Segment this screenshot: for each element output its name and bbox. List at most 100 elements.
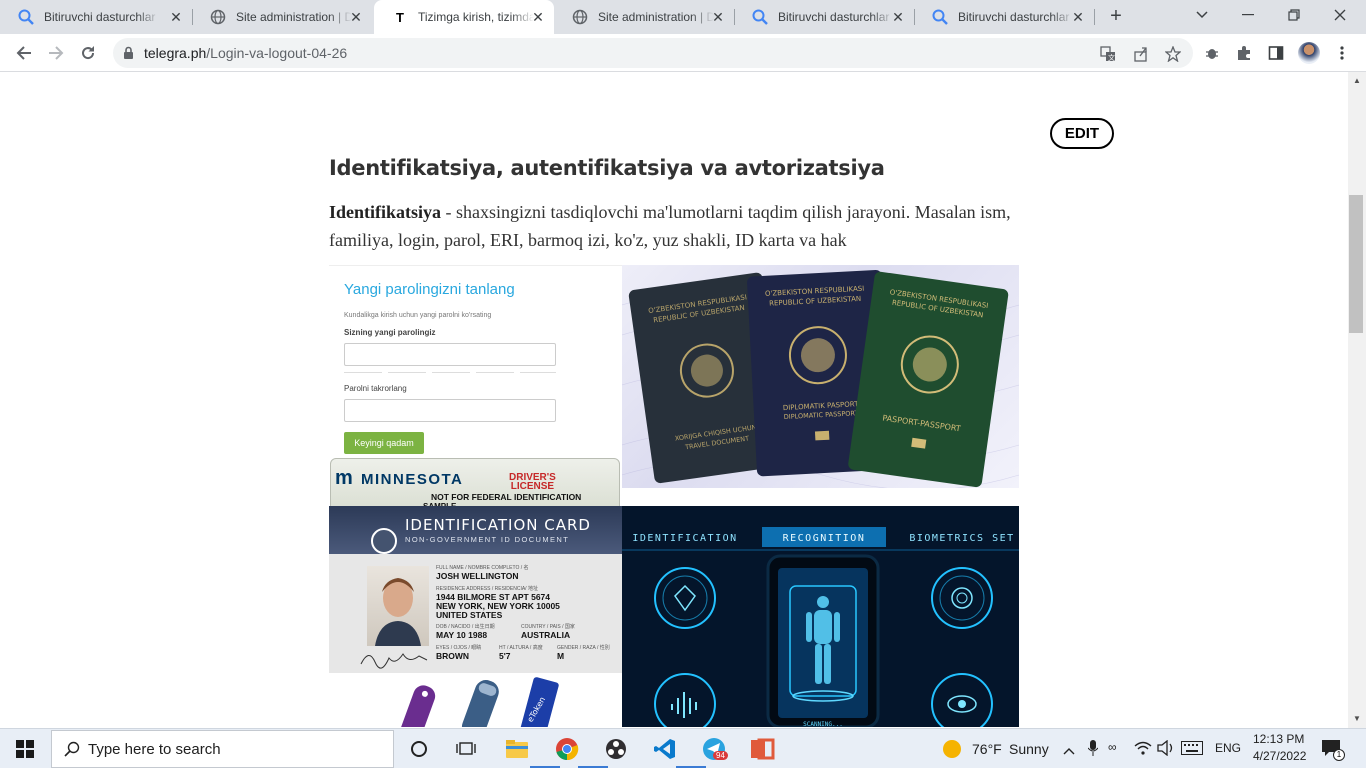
field1-label: Sizning yangi parolingiz: [344, 328, 436, 337]
globe-seal-icon: [371, 528, 397, 554]
obs-icon[interactable]: [602, 735, 630, 763]
id-subtitle: NON-GOVERNMENT ID DOCUMENT: [405, 535, 570, 544]
id-name: JOSH WELLINGTON: [436, 571, 519, 581]
close-icon[interactable]: ✕: [890, 9, 906, 25]
id-card: IDENTIFICATION CARD NON-GOVERNMENT ID DO…: [329, 506, 622, 673]
ime-icon[interactable]: ∞: [1108, 740, 1117, 754]
new-password-field: [344, 343, 556, 366]
minimize-icon[interactable]: [1233, 4, 1263, 26]
clock-time[interactable]: 12:13 PM: [1253, 732, 1304, 746]
close-icon[interactable]: ✕: [1070, 9, 1086, 25]
taskbar-search-box[interactable]: Type here to search: [51, 730, 394, 768]
id-cards-image: m MINNESOTA DRIVER'S LICENSE NOT FOR FEDE…: [329, 458, 622, 673]
bio-tab-3: BIOMETRICS SET: [909, 533, 1014, 544]
keyboard-icon[interactable]: [1181, 741, 1203, 760]
close-icon[interactable]: ✕: [710, 9, 726, 25]
tab-1[interactable]: Bitiruvchi dasturchlar ✕: [0, 0, 192, 34]
app-red-icon[interactable]: [749, 735, 777, 763]
bio-tab-2: RECOGNITION: [783, 533, 866, 544]
address-bar[interactable]: telegra.ph/Login-va-logout-04-26 文: [113, 38, 1193, 68]
tab-strip: Bitiruvchi dasturchlar ✕ Site administra…: [0, 0, 1366, 34]
eyes-label: EYES / OJOS / 眼睛: [436, 645, 482, 651]
id-addr3: UNITED STATES: [436, 610, 503, 620]
forward-arrow-icon[interactable]: [44, 41, 68, 65]
telegram-icon[interactable]: 94: [700, 735, 728, 763]
share-icon[interactable]: [1132, 45, 1150, 63]
new-tab-button[interactable]: +: [1104, 6, 1128, 28]
vertical-scrollbar[interactable]: ▲ ▼: [1348, 72, 1366, 728]
search-icon: [18, 9, 34, 25]
microphone-icon[interactable]: [1087, 740, 1099, 761]
file-explorer-icon[interactable]: [503, 735, 531, 763]
wifi-icon[interactable]: [1134, 740, 1152, 761]
tab-2[interactable]: Site administration | D ✕: [192, 0, 372, 34]
chrome-icon[interactable]: [553, 735, 581, 763]
tab-title: Tizimga kirish, tizimdan: [418, 10, 534, 24]
id-dob: MAY 10 1988: [436, 630, 488, 640]
close-icon[interactable]: ✕: [168, 9, 184, 25]
profile-avatar[interactable]: [1298, 42, 1320, 64]
globe-icon: [210, 9, 226, 25]
back-arrow-icon[interactable]: [12, 41, 36, 65]
tab-title: Site administration | D: [598, 10, 714, 24]
close-icon[interactable]: ✕: [348, 9, 364, 25]
lock-icon[interactable]: [123, 46, 134, 65]
tab-title: Bitiruvchi dasturchlar: [778, 10, 890, 24]
url-path: /Login-va-logout-04-26: [206, 45, 348, 61]
chevron-up-icon[interactable]: [1063, 742, 1075, 760]
tab-6[interactable]: Bitiruvchi dasturchlar ✕: [914, 0, 1094, 34]
weather-temp[interactable]: 76°F: [972, 741, 1002, 757]
search-icon: [932, 9, 948, 25]
gender-label: GENDER / RAZA / 性別: [557, 645, 610, 651]
id-gender: M: [557, 651, 565, 661]
reload-icon[interactable]: [76, 41, 100, 65]
article-heading: Identifikatsiya, autentifikatsiya va avt…: [329, 156, 885, 180]
tab-3-active[interactable]: T Tizimga kirish, tizimdan ✕: [374, 0, 554, 34]
form-title: Yangi parolingizni tanlang: [344, 281, 515, 298]
clock-date[interactable]: 4/27/2022: [1253, 749, 1306, 763]
side-panel-icon[interactable]: [1265, 42, 1287, 64]
id-eyes: BROWN: [436, 651, 470, 661]
extensions-puzzle-icon[interactable]: [1233, 42, 1255, 64]
url-text: telegra.ph/Login-va-logout-04-26: [144, 45, 347, 61]
id-title: IDENTIFICATION CARD: [405, 516, 591, 534]
edit-button[interactable]: EDIT: [1050, 118, 1114, 149]
id-photo: [367, 566, 429, 646]
scrollbar-thumb[interactable]: [1349, 195, 1363, 333]
scroll-down-arrow-icon[interactable]: ▼: [1351, 714, 1363, 724]
dob-label: DOB / NACIDO / 出生日期: [436, 624, 495, 630]
windows-start-icon[interactable]: [16, 740, 34, 763]
globe-icon: [572, 9, 588, 25]
notification-icon[interactable]: 1: [1321, 739, 1345, 762]
weather-desc[interactable]: Sunny: [1009, 741, 1049, 757]
mn-note: NOT FOR FEDERAL IDENTIFICATION: [431, 492, 582, 502]
volume-icon[interactable]: [1157, 739, 1175, 761]
mn-kind: DRIVER'S LICENSE: [509, 473, 556, 492]
tab-search-chevron-icon[interactable]: [1187, 4, 1217, 26]
strength-bar: [344, 372, 556, 373]
biometrics-illustration: IDENTIFICATION RECOGNITION BIOMETRICS SE…: [622, 506, 1019, 727]
id-ht: 5'7: [499, 651, 511, 661]
scroll-up-arrow-icon[interactable]: ▲: [1351, 76, 1363, 86]
sun-weather-icon[interactable]: [943, 740, 961, 758]
translate-icon[interactable]: 文: [1099, 45, 1117, 63]
addr-label: RESIDENCE ADDRESS / RESIDENCIA/ 地址: [436, 586, 538, 592]
menu-kebab-icon[interactable]: [1331, 42, 1353, 64]
tab-5[interactable]: Bitiruvchi dasturchlar ✕: [734, 0, 914, 34]
ht-label: HT / ALTURA / 高度: [499, 645, 543, 651]
windows-taskbar: Type here to search 94 76°F Sunny ∞ ENG …: [0, 728, 1366, 768]
vscode-icon[interactable]: [651, 735, 679, 763]
notification-count: 1: [1333, 749, 1345, 761]
extension-bug-icon[interactable]: [1201, 42, 1223, 64]
id-country: AUSTRALIA: [521, 630, 571, 640]
usb-tokens-image: eToken: [329, 673, 622, 727]
tab-separator: [1094, 9, 1095, 25]
restore-icon[interactable]: [1279, 4, 1309, 26]
tab-4[interactable]: Site administration | D ✕: [554, 0, 734, 34]
cortana-icon[interactable]: [405, 735, 433, 763]
language-indicator[interactable]: ENG: [1215, 741, 1241, 755]
task-view-icon[interactable]: [452, 735, 480, 763]
close-window-icon[interactable]: [1325, 4, 1355, 26]
close-icon[interactable]: ✕: [530, 9, 546, 25]
bookmark-star-icon[interactable]: [1164, 45, 1182, 63]
